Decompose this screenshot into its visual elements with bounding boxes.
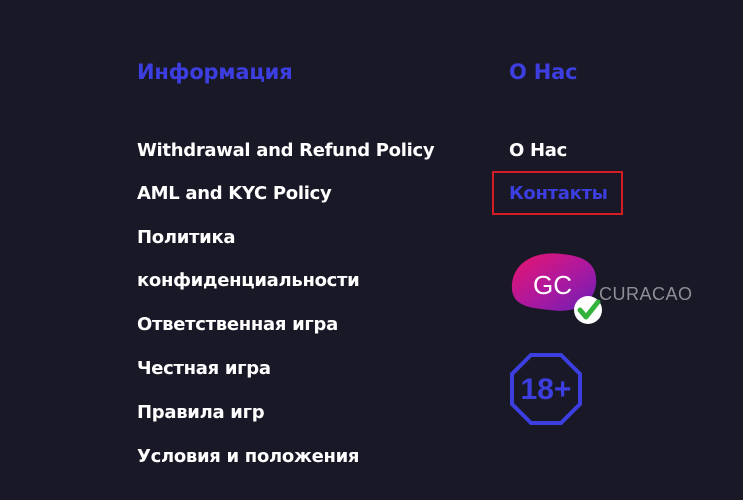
checkmark-icon	[574, 296, 602, 324]
aml-kyc-policy-link[interactable]: AML and KYC Policy	[137, 183, 332, 204]
privacy-policy-link-line2[interactable]: конфиденциальности	[137, 270, 360, 291]
curacao-text: CURACAO	[599, 284, 693, 304]
age-badge-text: 18+	[521, 373, 572, 406]
privacy-policy-link-line1[interactable]: Политика	[137, 227, 236, 248]
information-heading: Информация	[137, 60, 293, 84]
withdrawal-refund-policy-link[interactable]: Withdrawal and Refund Policy	[137, 140, 435, 161]
about-heading: О Нас	[509, 60, 578, 84]
about-us-link[interactable]: О Нас	[509, 140, 567, 161]
contacts-link[interactable]: Контакты	[509, 183, 608, 204]
responsible-gaming-link[interactable]: Ответственная игра	[137, 314, 338, 335]
game-rules-link[interactable]: Правила игр	[137, 402, 265, 423]
gaming-curacao-license-logo[interactable]: GC CURACAO	[506, 246, 706, 328]
fair-play-link[interactable]: Честная игра	[137, 358, 271, 379]
terms-conditions-link[interactable]: Условия и положения	[137, 446, 359, 467]
age-restriction-badge: 18+	[510, 353, 582, 425]
gc-initials-text: GC	[533, 270, 572, 300]
